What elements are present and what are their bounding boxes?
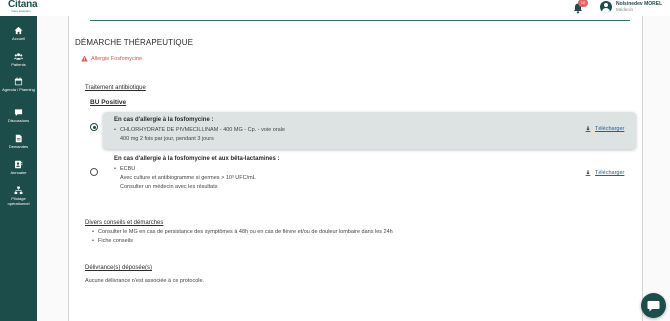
download-button-option2[interactable]: Télécharger — [585, 170, 624, 176]
download-icon — [585, 126, 591, 132]
list-item: Consulter le MG en cas de persistance de… — [92, 229, 393, 235]
option2-heading: En cas d'allergie à la fosfomycine et au… — [114, 156, 280, 162]
download-label: Télécharger — [595, 170, 625, 176]
sidebar: Accueil Patients Agenda / Planning Discu… — [0, 16, 37, 321]
option2-detail: Avec culture et antibiogramme si germes … — [120, 175, 256, 181]
sidebar-item-label: Discussions — [7, 118, 30, 123]
calendar-icon — [14, 77, 23, 86]
notification-badge: 10 — [578, 0, 588, 7]
option1-heading: En cas d'allergie à la fosfomycine : — [114, 117, 214, 123]
list-item: Fiche conseils — [92, 238, 133, 244]
protocol-card — [68, 16, 643, 321]
directory-icon — [15, 160, 23, 169]
option2-line: ECBU — [114, 166, 135, 172]
sidebar-item-label: Accueil — [12, 36, 25, 41]
option1-line: CHLORHYDRATE DE PIVMECILLINAM - 400 MG -… — [114, 127, 285, 133]
sidebar-item-label: Annuaire — [10, 170, 27, 175]
allergy-alert: Allergie Fosfomycine — [81, 55, 142, 62]
sidebar-item-discussions[interactable]: Discussions — [0, 108, 37, 124]
home-icon — [14, 26, 23, 35]
chat-button[interactable] — [641, 293, 666, 318]
download-button-option1[interactable]: Télécharger — [585, 126, 624, 132]
sidebar-item-label: Pilotage opérationnel — [7, 196, 30, 206]
sidebar-item-label: Agenda / Planning — [2, 87, 35, 92]
sidebar-item-pilotage[interactable]: Pilotage opérationnel — [0, 186, 37, 206]
download-label: Télécharger — [595, 126, 625, 132]
user-role: Médecin — [616, 7, 634, 12]
sidebar-item-label: Demandes — [8, 144, 29, 149]
chat-bubble-icon — [647, 301, 660, 312]
option1-detail: 400 mg 2 fois par jour, pendant 3 jours — [120, 136, 214, 142]
sidebar-item-patients[interactable]: Patients — [0, 52, 37, 68]
sidebar-item-label: Patients — [11, 62, 26, 67]
option2-detail-2: Consulter un médecin avec les résultats — [120, 184, 218, 190]
hierarchy-icon — [14, 186, 23, 195]
sidebar-item-accueil[interactable]: Accueil — [0, 26, 37, 42]
delivery-text: Aucune délivrance n'est associée à ce pr… — [85, 278, 205, 284]
users-icon — [14, 53, 23, 60]
sidebar-item-agenda[interactable]: Agenda / Planning — [0, 77, 37, 93]
download-icon — [585, 170, 591, 176]
delivery-title: Délivrance(s) déposée(s) — [85, 265, 153, 271]
chat-icon — [14, 109, 23, 117]
logo-subtitle: Votre assistant — [11, 9, 31, 13]
section-title: DÉMARCHE THÉRAPEUTIQUE — [75, 38, 194, 47]
sidebar-item-annuaire[interactable]: Annuaire — [0, 160, 37, 176]
document-icon — [15, 134, 22, 143]
avatar[interactable] — [600, 1, 612, 13]
allergy-text: Allergie Fosfomycine — [91, 55, 143, 62]
option1-radio[interactable] — [90, 123, 98, 131]
sidebar-item-demandes[interactable]: Demandes — [0, 134, 37, 150]
app-logo[interactable]: Citana Votre assistant — [8, 0, 42, 14]
warning-icon — [81, 55, 88, 62]
divider — [90, 20, 630, 21]
treatment-title: Traitement antibiotique — [85, 85, 146, 91]
advice-title: Divers conseils et démarches — [85, 220, 164, 226]
top-bar: Citana Votre assistant 10 Nolsinedev MOR… — [0, 0, 670, 16]
bu-title: BU Positive — [90, 99, 127, 106]
option2-radio[interactable] — [90, 168, 98, 176]
